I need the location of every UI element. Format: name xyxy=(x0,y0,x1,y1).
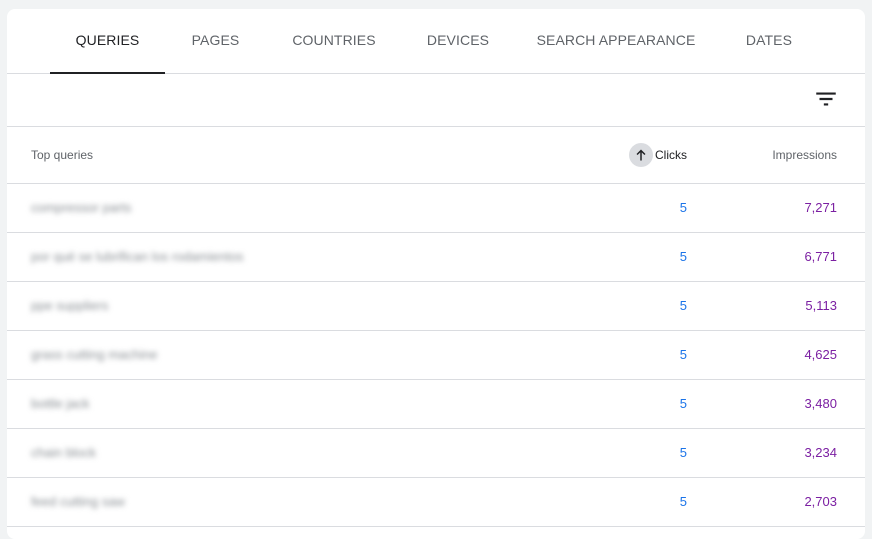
header-clicks[interactable]: Clicks xyxy=(655,148,687,162)
table-row[interactable]: por qué se lubrifican los rodamientos 5 … xyxy=(7,233,865,282)
impressions-cell: 5,113 xyxy=(805,298,837,313)
dimension-tabs: QUERIES PAGES COUNTRIES DEVICES SEARCH A… xyxy=(7,9,865,74)
impressions-cell: 2,703 xyxy=(804,494,837,509)
tab-devices-label: DEVICES xyxy=(426,32,490,48)
tab-devices[interactable]: DEVICES xyxy=(417,9,499,73)
query-cell: compressor parts xyxy=(31,200,132,215)
clicks-cell: 5 xyxy=(679,347,687,362)
table-row[interactable]: ppe suppliers 5 5,113 xyxy=(7,282,865,331)
tab-queries[interactable]: QUERIES xyxy=(50,9,165,74)
table-row[interactable]: feed cutting saw 5 2,703 xyxy=(7,478,865,527)
table-row[interactable]: grass cutting machine 5 4,625 xyxy=(7,331,865,380)
query-cell: ppe suppliers xyxy=(31,298,109,313)
query-cell: por qué se lubrifican los rodamientos xyxy=(31,249,244,264)
tab-search-appearance[interactable]: SEARCH APPEARANCE xyxy=(533,9,699,73)
clicks-cell: 5 xyxy=(679,396,687,411)
tab-dates[interactable]: DATES xyxy=(737,9,801,73)
table-toolbar xyxy=(7,74,865,127)
tab-countries-label: COUNTRIES xyxy=(292,32,376,48)
header-impressions[interactable]: Impressions xyxy=(772,148,837,162)
sort-button[interactable] xyxy=(629,143,653,167)
impressions-cell: 3,234 xyxy=(804,445,837,460)
query-cell: grass cutting machine xyxy=(31,347,158,362)
tab-queries-label: QUERIES xyxy=(75,32,140,48)
query-cell: chain block xyxy=(31,445,97,460)
tab-dates-label: DATES xyxy=(745,32,793,48)
table-row[interactable]: chain block 5 3,234 xyxy=(7,429,865,478)
impressions-cell: 3,480 xyxy=(804,396,837,411)
impressions-cell: 4,625 xyxy=(804,347,837,362)
query-cell: bottle jack xyxy=(31,396,90,411)
clicks-cell: 5 xyxy=(679,445,687,460)
filter-icon xyxy=(816,92,836,106)
clicks-cell: 5 xyxy=(679,200,687,215)
impressions-cell: 7,271 xyxy=(804,200,837,215)
table-body: compressor parts 5 7,271 por qué se lubr… xyxy=(7,184,865,527)
tab-search-appearance-label: SEARCH APPEARANCE xyxy=(536,32,696,48)
tab-pages-label: PAGES xyxy=(191,32,240,48)
table-row[interactable]: compressor parts 5 7,271 xyxy=(7,184,865,233)
query-cell: feed cutting saw xyxy=(31,494,125,509)
performance-table-card: QUERIES PAGES COUNTRIES DEVICES SEARCH A… xyxy=(7,9,865,539)
clicks-cell: 5 xyxy=(679,249,687,264)
impressions-cell: 6,771 xyxy=(804,249,837,264)
tab-pages[interactable]: PAGES xyxy=(178,9,253,73)
arrow-up-icon xyxy=(636,149,646,161)
tab-countries[interactable]: COUNTRIES xyxy=(282,9,386,73)
header-top-queries[interactable]: Top queries xyxy=(31,148,93,162)
clicks-cell: 5 xyxy=(679,298,687,313)
clicks-cell: 5 xyxy=(679,494,687,509)
filter-button[interactable] xyxy=(813,86,839,112)
table-row[interactable]: bottle jack 5 3,480 xyxy=(7,380,865,429)
table-header: Top queries Clicks Impressions xyxy=(7,127,865,184)
